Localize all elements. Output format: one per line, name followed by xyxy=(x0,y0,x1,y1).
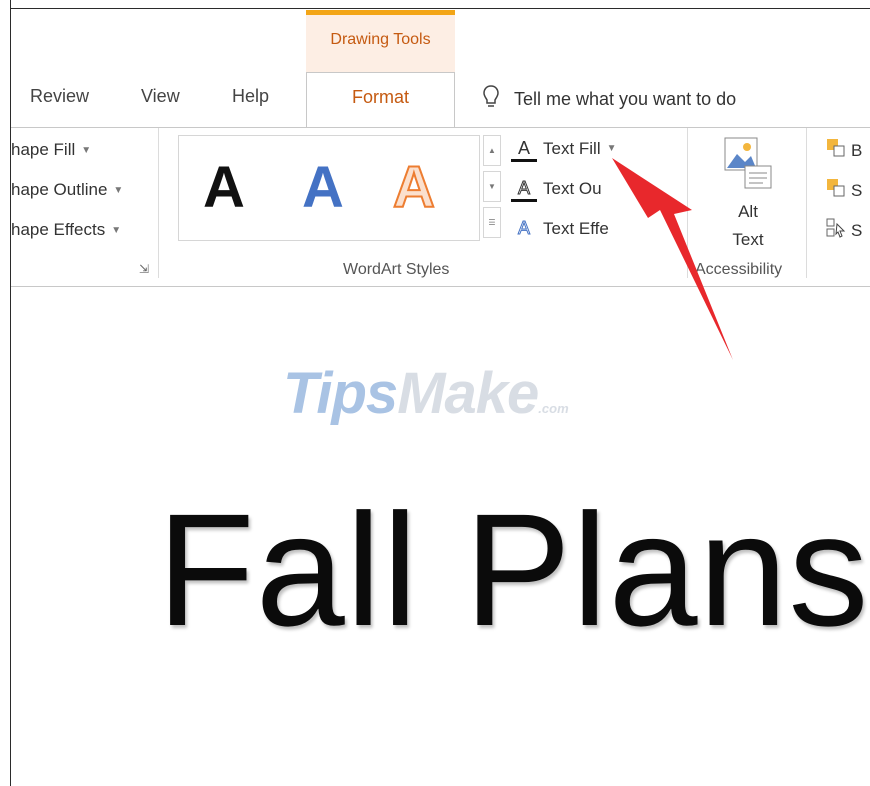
red-arrow-annotation xyxy=(612,158,733,360)
